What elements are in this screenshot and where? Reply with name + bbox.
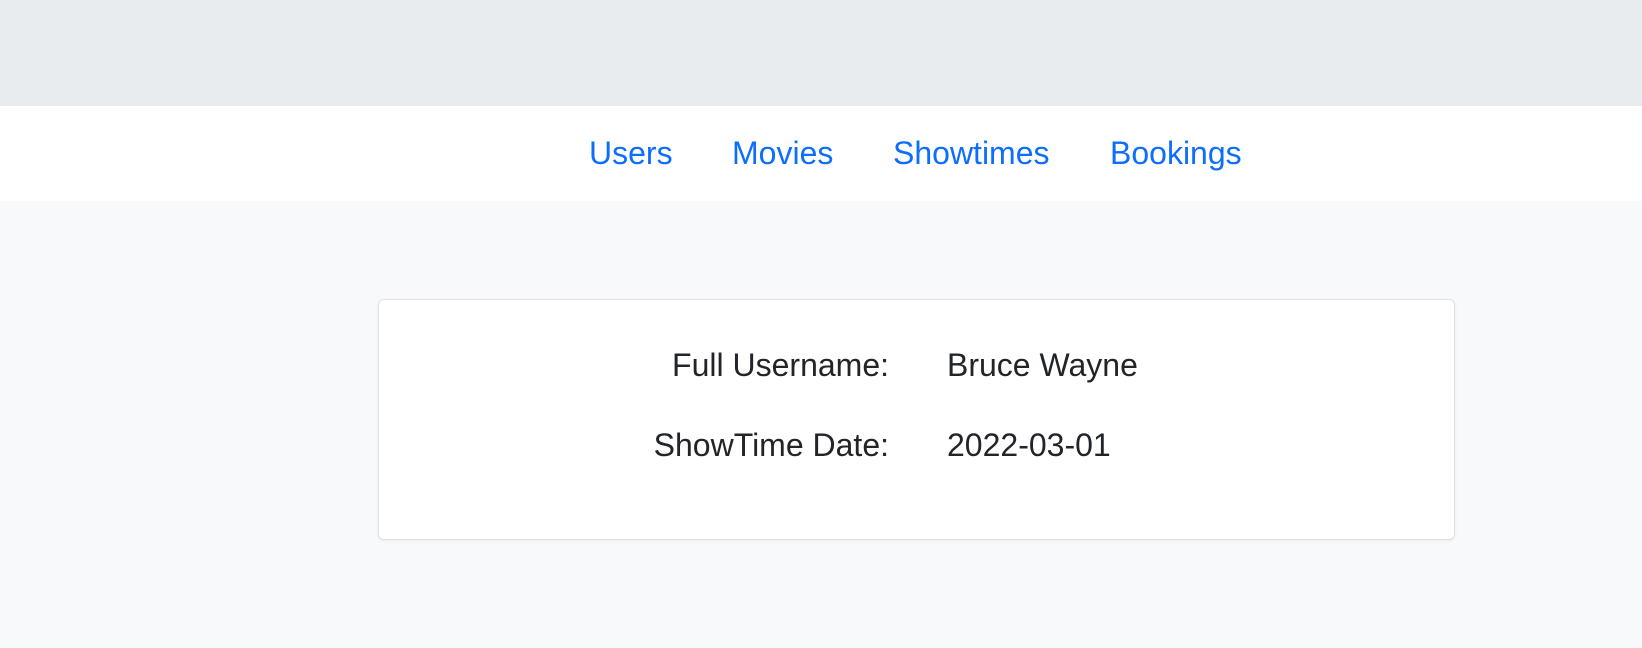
- nav-link-bookings[interactable]: Bookings: [1110, 133, 1242, 173]
- nav-link-users[interactable]: Users: [589, 133, 673, 173]
- showtime-date-value: 2022-03-01: [947, 427, 1111, 463]
- showtime-date-label: ShowTime Date:: [653, 427, 889, 463]
- main-navigation: Users Movies Showtimes Bookings: [0, 106, 1642, 201]
- nav-link-showtimes[interactable]: Showtimes: [893, 133, 1050, 173]
- full-username-value: Bruce Wayne: [947, 347, 1138, 383]
- booking-details-card: Full Username: Bruce Wayne ShowTime Date…: [378, 299, 1455, 540]
- top-banner: [0, 0, 1642, 106]
- nav-link-movies[interactable]: Movies: [732, 133, 833, 173]
- full-username-label: Full Username:: [672, 347, 889, 383]
